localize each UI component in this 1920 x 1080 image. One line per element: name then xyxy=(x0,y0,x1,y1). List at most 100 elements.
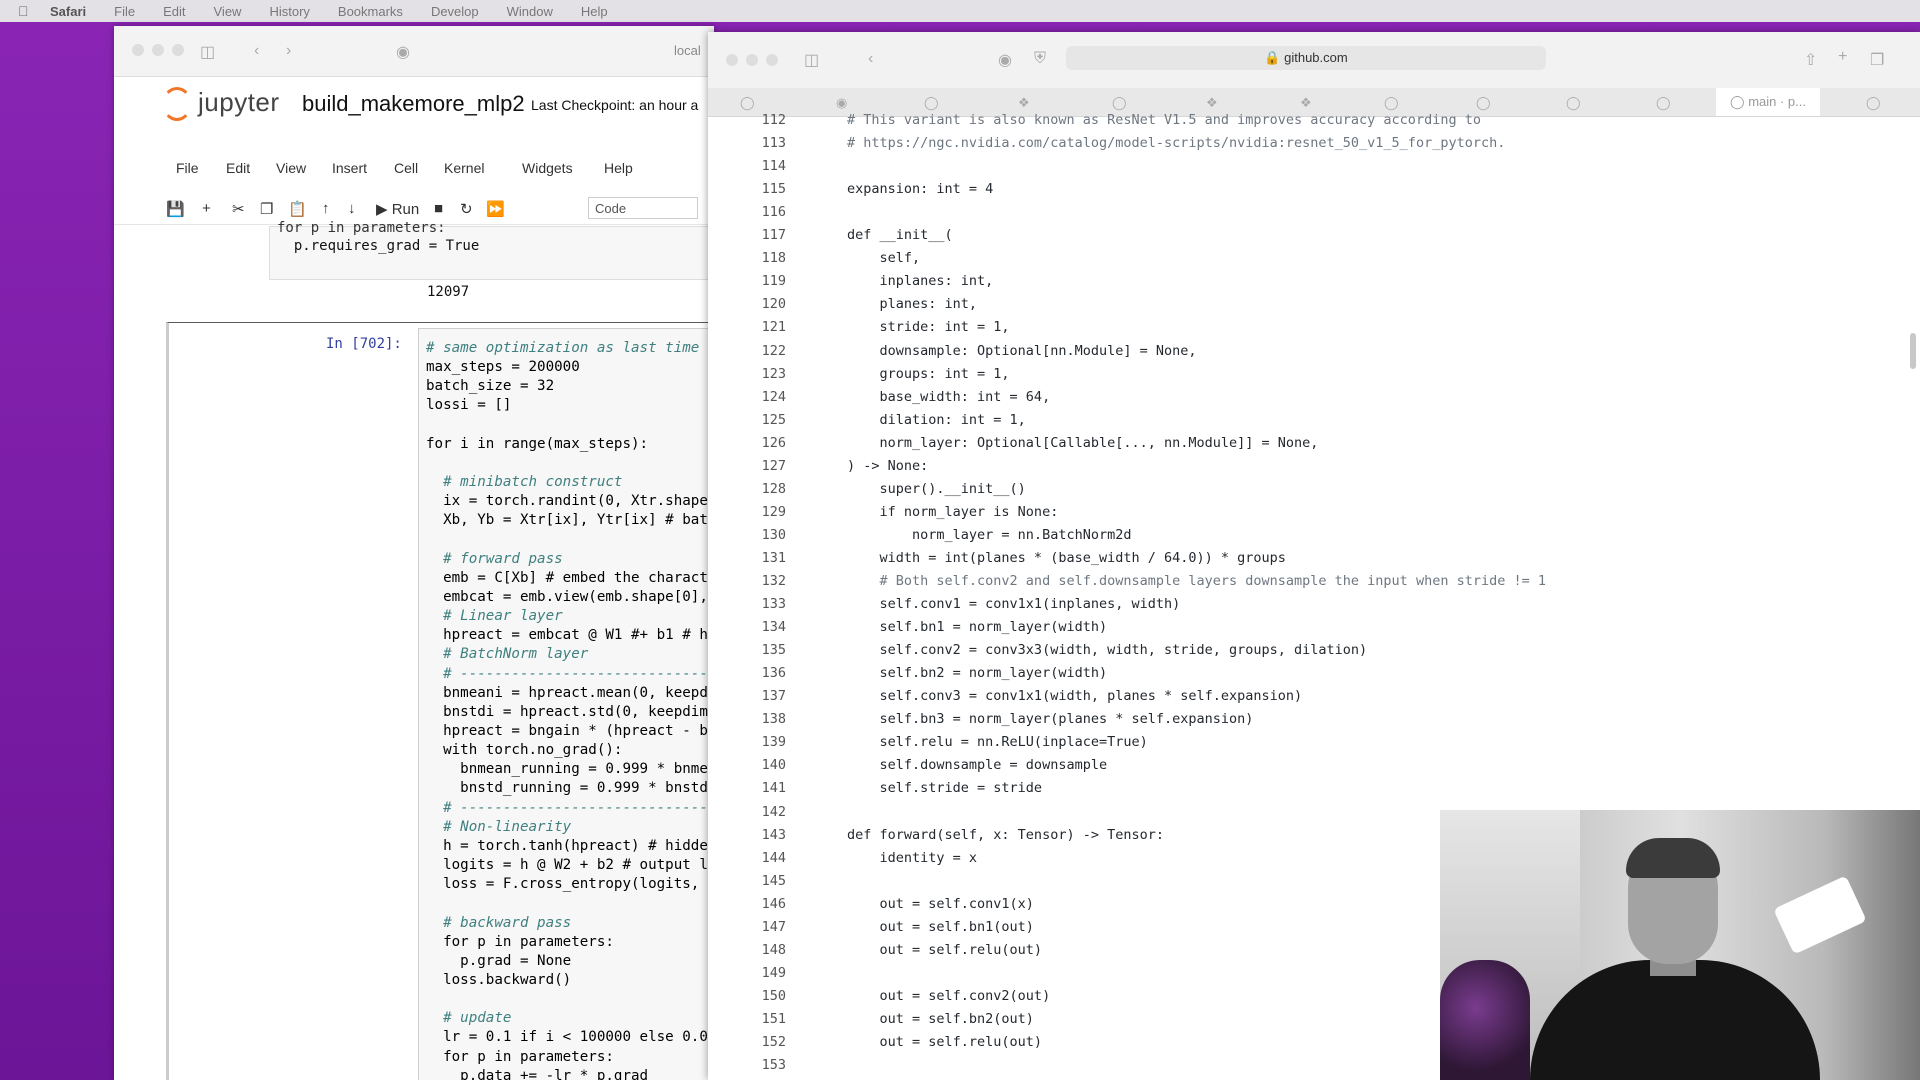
line-number[interactable]: 148 xyxy=(740,942,786,958)
line-number[interactable]: 151 xyxy=(740,1011,786,1027)
zoom-window-button[interactable] xyxy=(766,54,778,66)
line-number[interactable]: 146 xyxy=(740,896,786,912)
save-icon[interactable]: 💾 xyxy=(166,200,185,218)
line-number[interactable]: 134 xyxy=(740,619,786,635)
line-number[interactable]: 120 xyxy=(740,296,786,312)
line-number[interactable]: 121 xyxy=(740,319,786,335)
url-bar[interactable]: 🔒 github.com xyxy=(1066,46,1546,70)
minimize-window-button[interactable] xyxy=(746,54,758,66)
tab-favicon[interactable]: ◯ xyxy=(1866,95,1881,111)
line-number[interactable]: 132 xyxy=(740,573,786,589)
line-number[interactable]: 125 xyxy=(740,412,786,428)
menu-window[interactable]: Window xyxy=(507,4,553,19)
jmenu-cell[interactable]: Cell xyxy=(394,160,418,176)
apple-icon[interactable]:  xyxy=(18,4,34,18)
line-number[interactable]: 122 xyxy=(740,343,786,359)
cut-icon[interactable]: ✂ xyxy=(232,200,245,218)
line-number[interactable]: 129 xyxy=(740,504,786,520)
line-number[interactable]: 144 xyxy=(740,850,786,866)
new-tab-icon[interactable]: + xyxy=(1838,48,1847,66)
run-button[interactable]: ▶ Run xyxy=(376,200,419,218)
scrollbar[interactable] xyxy=(1910,333,1916,369)
jmenu-insert[interactable]: Insert xyxy=(332,160,367,176)
menu-bookmarks[interactable]: Bookmarks xyxy=(338,4,403,19)
line-number[interactable]: 127 xyxy=(740,458,786,474)
sidebar-icon[interactable]: ◫ xyxy=(804,50,819,70)
line-number[interactable]: 128 xyxy=(740,481,786,497)
tab-favicon[interactable]: ❖ xyxy=(1206,95,1218,111)
line-number[interactable]: 145 xyxy=(740,873,786,889)
cell-type-select[interactable]: Code xyxy=(588,197,698,219)
line-number[interactable]: 113 xyxy=(740,135,786,151)
line-number[interactable]: 137 xyxy=(740,688,786,704)
tab-favicon[interactable]: ◯ xyxy=(1566,95,1581,111)
notebook-title[interactable]: build_makemore_mlp2 xyxy=(302,91,525,117)
shield-icon[interactable]: ⛨ xyxy=(1034,50,1046,68)
line-number[interactable]: 141 xyxy=(740,780,786,796)
menu-view[interactable]: View xyxy=(214,4,242,19)
line-number[interactable]: 124 xyxy=(740,389,786,405)
line-number[interactable]: 143 xyxy=(740,827,786,843)
line-number[interactable]: 123 xyxy=(740,366,786,382)
tab-favicon[interactable]: ◯ xyxy=(1384,95,1399,111)
back-icon[interactable]: ‹ xyxy=(254,42,259,60)
line-number[interactable]: 135 xyxy=(740,642,786,658)
line-number[interactable]: 131 xyxy=(740,550,786,566)
restart-icon[interactable]: ↻ xyxy=(460,200,473,218)
line-number[interactable]: 139 xyxy=(740,734,786,750)
line-number[interactable]: 138 xyxy=(740,711,786,727)
back-icon[interactable]: ‹ xyxy=(868,50,873,68)
tab-favicon[interactable]: ❖ xyxy=(1018,95,1030,111)
add-cell-icon[interactable]: + xyxy=(202,200,211,217)
line-number[interactable]: 126 xyxy=(740,435,786,451)
menu-develop[interactable]: Develop xyxy=(431,4,479,19)
line-number[interactable]: 118 xyxy=(740,250,786,266)
privacy-shield-icon[interactable]: ◉ xyxy=(396,42,410,62)
sidebar-icon[interactable]: ◫ xyxy=(200,42,215,62)
menu-history[interactable]: History xyxy=(269,4,309,19)
jmenu-view[interactable]: View xyxy=(276,160,306,176)
active-tab[interactable]: ◯ main · p... xyxy=(1716,88,1820,116)
jupyter-logo[interactable]: jupyter xyxy=(162,87,280,122)
fast-forward-icon[interactable]: ⏩ xyxy=(486,200,505,218)
line-number[interactable]: 149 xyxy=(740,965,786,981)
jmenu-help[interactable]: Help xyxy=(604,160,633,176)
line-number[interactable]: 116 xyxy=(740,204,786,220)
jmenu-edit[interactable]: Edit xyxy=(226,160,250,176)
minimize-window-button[interactable] xyxy=(152,44,164,56)
tab-overview-icon[interactable]: ❐ xyxy=(1870,50,1884,70)
paste-icon[interactable]: 📋 xyxy=(288,200,307,218)
tab-favicon[interactable]: ◉ xyxy=(836,95,847,111)
forward-icon[interactable]: › xyxy=(286,42,291,60)
line-number[interactable]: 130 xyxy=(740,527,786,543)
line-number[interactable]: 133 xyxy=(740,596,786,612)
line-number[interactable]: 112 xyxy=(740,112,786,128)
close-window-button[interactable] xyxy=(726,54,738,66)
line-number[interactable]: 115 xyxy=(740,181,786,197)
zoom-window-button[interactable] xyxy=(172,44,184,56)
move-up-icon[interactable]: ↑ xyxy=(322,200,330,217)
interrupt-icon[interactable]: ■ xyxy=(434,200,443,217)
address-bar-text[interactable]: local xyxy=(674,43,701,58)
menu-help[interactable]: Help xyxy=(581,4,608,19)
line-number[interactable]: 142 xyxy=(740,804,786,820)
line-number[interactable]: 114 xyxy=(740,158,786,174)
tab-favicon[interactable]: ◯ xyxy=(1112,95,1127,111)
jmenu-widgets[interactable]: Widgets xyxy=(522,160,573,176)
line-number[interactable]: 119 xyxy=(740,273,786,289)
line-number[interactable]: 150 xyxy=(740,988,786,1004)
jmenu-kernel[interactable]: Kernel xyxy=(444,160,484,176)
line-number[interactable]: 117 xyxy=(740,227,786,243)
line-number[interactable]: 153 xyxy=(740,1057,786,1073)
menu-edit[interactable]: Edit xyxy=(163,4,185,19)
tab-favicon[interactable]: ❖ xyxy=(1300,95,1312,111)
tab-favicon[interactable]: ◯ xyxy=(1476,95,1491,111)
tab-favicon[interactable]: ◯ xyxy=(924,95,939,111)
copy-icon[interactable]: ❐ xyxy=(260,200,273,218)
privacy-report-icon[interactable]: ◉ xyxy=(998,50,1012,70)
close-window-button[interactable] xyxy=(132,44,144,56)
line-number[interactable]: 152 xyxy=(740,1034,786,1050)
tab-favicon[interactable]: ◯ xyxy=(1656,95,1671,111)
github-tab-icon[interactable]: ◯ xyxy=(740,95,755,111)
line-number[interactable]: 136 xyxy=(740,665,786,681)
